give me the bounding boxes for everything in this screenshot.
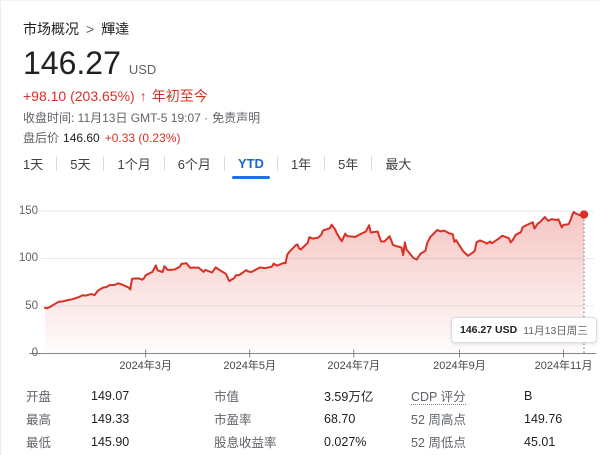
stat-label: 市盈率 [214,413,252,427]
change-period-label: 年初至今 [151,88,208,104]
tab-1天[interactable]: 1天 [10,148,56,179]
y-axis-label: 100 [18,252,38,264]
stat-label: 最高 [26,413,52,427]
breadcrumb: 市场概况 > 輝達 [23,19,129,39]
after-hours-label: 盘后价 [23,131,60,145]
stat-label: 52 周高点 [411,413,466,427]
stat-label: 市值 [214,390,240,404]
tab-YTD[interactable]: YTD [225,148,277,179]
stat-value: 45.01 [524,434,556,449]
disclaimer-link[interactable]: 免责声明 [212,111,260,125]
stat-label: 股息收益率 [214,436,277,450]
arrow-up-icon: ↑ [139,88,147,104]
stat-value: 149.33 [91,411,130,426]
tab-6个月[interactable]: 6个月 [165,148,224,179]
stat-value: 145.90 [91,434,130,449]
stat-row: 最高 149.33 [26,407,129,430]
stat-value: 68.70 [324,411,356,426]
chart-tooltip: 146.27 USD 11月13日周三 [451,317,597,343]
stat-value: B [524,388,533,403]
stat-row: 开盘 149.07 [26,384,129,407]
tooltip-price: 146.27 USD [460,324,518,336]
stat-row: 股息收益率 0.027% [214,430,373,453]
y-axis-label: 0 [31,347,38,359]
stat-value: 3.59万亿 [324,390,374,404]
price-change-row: +98.10 (203.65%) ↑ 年初至今 [23,86,208,106]
stock-price: 146.27 [23,45,121,81]
close-time-row: 收盘时间: 11月13日 GMT-5 19:07 · 免责声明 [23,109,260,126]
close-time-text: 收盘时间: 11月13日 GMT-5 19:07 · [23,111,209,125]
x-axis-label: 2024年11月 [534,360,593,372]
change-amount: +98.10 (203.65%) [23,88,135,104]
active-tab-underline [231,176,270,179]
after-hours-row: 盘后价 146.60 +0.33 (0.23%) [23,129,180,146]
x-axis-label: 2024年5月 [223,360,276,372]
stat-label: 最低 [26,436,52,450]
breadcrumb-separator: > [86,21,95,37]
stats-column: 市值 3.59万亿市盈率 68.70 股息收益率 0.027% [214,384,373,453]
google-finance-quote-page: 市场概况 > 輝達 146.27 USD +98.10 (203.65%) ↑ 年初至今… [0,0,600,455]
stats-column: CDP 评分 B 52 周高点 149.76 52 周低点 45.01 [411,384,562,453]
stat-label: CDP 评分 [411,386,524,405]
y-axis-label: 50 [25,299,38,312]
tooltip-date: 11月13日周三 [523,324,588,337]
tab-1年[interactable]: 1年 [278,148,324,179]
tab-最大[interactable]: 最大 [372,148,424,179]
stat-row: 52 周低点 45.01 [411,430,562,453]
tab-5年[interactable]: 5年 [325,148,371,179]
stat-row: 市盈率 68.70 [214,407,373,430]
currency-label: USD [128,62,157,77]
stat-value: 0.027% [324,434,367,449]
x-axis-label: 2024年7月 [327,360,381,372]
tab-5天[interactable]: 5天 [57,148,103,179]
x-axis-label: 2024年9月 [433,360,486,372]
stat-value: 149.07 [91,388,130,403]
stat-label: 开盘 [26,390,52,404]
stat-label: 52 周低点 [411,436,466,450]
x-axis-label: 2024年3月 [119,360,172,372]
y-axis-label: 150 [18,204,38,217]
time-range-tabs: 1天 5天 1个月 6个月 YTD 1年 5年 最大 [10,148,424,179]
stat-value: 149.76 [524,411,563,426]
after-hours-change: +0.33 (0.23%) [104,131,181,145]
after-hours-price: 146.60 [63,131,100,145]
stat-row: 市值 3.59万亿 [214,384,373,407]
stat-row: 最低 145.90 [26,430,129,453]
stats-column: 开盘 149.07 最高 149.33 最低 145.90 [26,384,129,453]
tab-1个月[interactable]: 1个月 [104,148,163,179]
stat-term-with-tooltip[interactable]: CDP 评分 [411,390,466,405]
price-row: 146.27 USD [23,47,156,79]
breadcrumb-market-overview[interactable]: 市场概况 [23,21,79,37]
stat-row: CDP 评分 B [411,384,562,407]
stat-row: 52 周高点 149.76 [411,407,562,430]
breadcrumb-stock-name[interactable]: 輝達 [101,21,129,37]
